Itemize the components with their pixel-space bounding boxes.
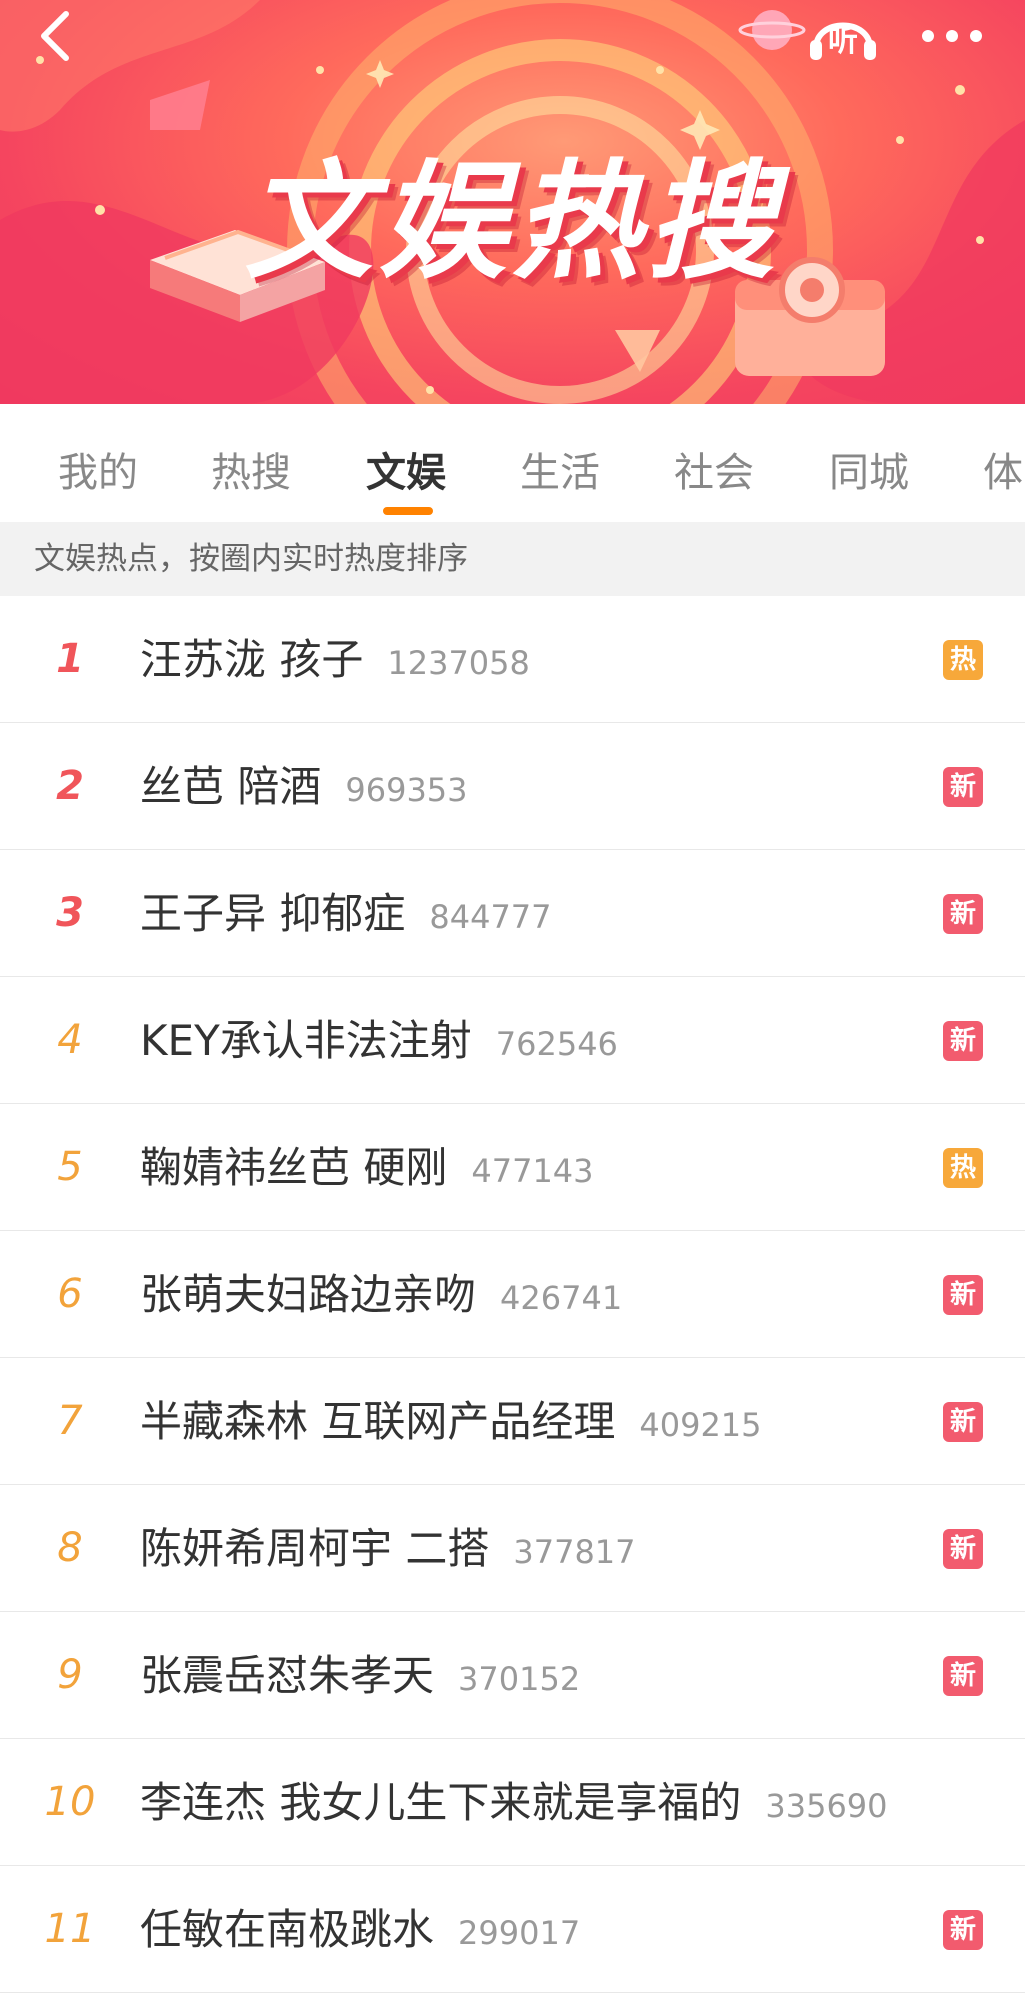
topic-title: KEY承认非法注射 (140, 1016, 472, 1065)
list-item[interactable]: 7 半藏森林 互联网产品经理 409215 新 (0, 1358, 1025, 1485)
heat-count: 299017 (458, 1914, 581, 1952)
tab-sports[interactable]: 体 (983, 440, 1023, 498)
tab-society[interactable]: 社会 (674, 440, 754, 498)
list-item[interactable]: 10 李连杰 我女儿生下来就是享福的 335690 (0, 1739, 1025, 1866)
topic-title: 李连杰 我女儿生下来就是享福的 (140, 1778, 742, 1827)
list-item[interactable]: 4 KEY承认非法注射 762546 新 (0, 977, 1025, 1104)
hot-search-list: 1 汪苏泷 孩子 1237058 热 2 丝芭 陪酒 969353 新 3 王子异 … (0, 596, 1025, 1993)
rank-number: 2 (56, 763, 84, 809)
tab-local[interactable]: 同城 (829, 440, 909, 498)
topic-title: 张萌夫妇路边亲吻 (140, 1270, 477, 1319)
tab-hot-search[interactable]: 热搜 (211, 440, 291, 498)
rank-number: 11 (44, 1906, 96, 1952)
hot-badge: 热 (943, 640, 983, 680)
more-button[interactable] (912, 8, 992, 64)
topic-title: 张震岳怼朱孝天 (140, 1651, 435, 1700)
list-item[interactable]: 3 王子异 抑郁症 844777 新 (0, 850, 1025, 977)
category-tabs: 我的 热搜 文娱 生活 社会 同城 体 (0, 404, 1025, 522)
heat-count: 377817 (513, 1533, 636, 1571)
heat-count: 477143 (471, 1152, 594, 1190)
heat-count: 426741 (500, 1279, 623, 1317)
new-badge: 新 (943, 767, 983, 807)
list-item[interactable]: 8 陈妍希周柯宇 二搭 377817 新 (0, 1485, 1025, 1612)
list-item[interactable]: 5 鞠婧祎丝芭 硬刚 477143 热 (0, 1104, 1025, 1231)
list-item[interactable]: 1 汪苏泷 孩子 1237058 热 (0, 596, 1025, 723)
rank-number: 6 (57, 1271, 83, 1317)
rank-number: 1 (56, 636, 84, 682)
rank-number: 9 (57, 1652, 83, 1698)
list-item[interactable]: 9 张震岳怼朱孝天 370152 新 (0, 1612, 1025, 1739)
topic-title: 任敏在南极跳水 (140, 1905, 435, 1954)
banner: 文娱热搜 听 (0, 0, 1025, 404)
list-item[interactable]: 6 张萌夫妇路边亲吻 426741 新 (0, 1231, 1025, 1358)
heat-count: 844777 (429, 898, 552, 936)
new-badge: 新 (943, 1910, 983, 1950)
new-badge: 新 (943, 1656, 983, 1696)
rank-number: 4 (57, 1017, 83, 1063)
tab-life[interactable]: 生活 (520, 440, 600, 498)
chevron-left-icon (41, 11, 69, 61)
more-dots-icon (922, 30, 982, 42)
heat-count: 409215 (639, 1406, 762, 1444)
topic-title: 王子异 抑郁症 (140, 889, 406, 938)
active-tab-indicator (383, 507, 433, 515)
topic-title: 丝芭 陪酒 (140, 762, 322, 811)
rank-number: 8 (57, 1525, 83, 1571)
new-badge: 新 (943, 1275, 983, 1315)
new-badge: 新 (943, 894, 983, 934)
banner-title: 文娱热搜 (244, 148, 781, 297)
rank-number: 10 (44, 1779, 96, 1825)
topic-title: 半藏森林 互联网产品经理 (140, 1397, 616, 1446)
rank-number: 7 (57, 1398, 83, 1444)
new-badge: 新 (943, 1021, 983, 1061)
listen-label: 听 (828, 24, 858, 59)
hot-badge: 热 (943, 1148, 983, 1188)
rank-number: 5 (57, 1144, 83, 1190)
new-badge: 新 (943, 1402, 983, 1442)
tab-mine[interactable]: 我的 (58, 440, 138, 498)
topic-title: 汪苏泷 孩子 (140, 635, 364, 684)
heat-count: 1237058 (387, 644, 530, 682)
new-badge: 新 (943, 1529, 983, 1569)
heat-count: 370152 (458, 1660, 581, 1698)
heat-count: 969353 (345, 771, 468, 809)
list-item[interactable]: 2 丝芭 陪酒 969353 新 (0, 723, 1025, 850)
tab-entertainment[interactable]: 文娱 (366, 440, 446, 498)
list-item[interactable]: 11 任敏在南极跳水 299017 新 (0, 1866, 1025, 1993)
rank-number: 3 (56, 890, 84, 936)
back-button[interactable] (30, 8, 86, 64)
heat-count: 762546 (495, 1025, 618, 1063)
heat-count: 335690 (765, 1787, 888, 1825)
ranking-notice: 文娱热点，按圈内实时热度排序 (0, 522, 1025, 596)
topic-title: 鞠婧祎丝芭 硬刚 (140, 1143, 448, 1192)
listen-button[interactable]: 听 (808, 4, 878, 64)
hot-search-page: 文娱热搜 听 我的 热搜 文娱 生活 社会 同城 体 文娱热点，按圈内实时热度排… (0, 0, 1025, 1996)
topic-title: 陈妍希周柯宇 二搭 (140, 1524, 490, 1573)
